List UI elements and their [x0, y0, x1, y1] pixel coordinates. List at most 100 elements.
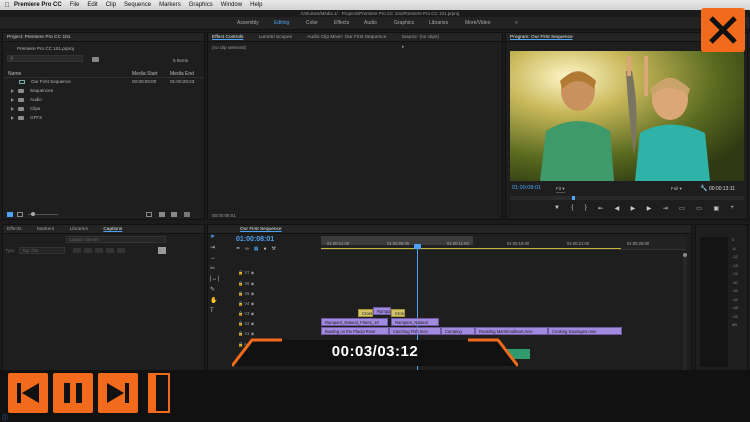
disclosure-icon[interactable] [11, 106, 14, 111]
lock-icon[interactable]: 🔒 [238, 331, 243, 336]
timeline-clip[interactable]: Camping [441, 327, 475, 335]
track-header-v6[interactable]: 🔒 V6 ◉ [238, 281, 254, 287]
project-row-folder[interactable]: GFFX [11, 115, 42, 120]
workspace-editing[interactable]: Editing [274, 20, 289, 26]
track-header-v3[interactable]: 🔒 V3 ◉ [238, 311, 254, 317]
eye-icon[interactable]: ◉ [251, 270, 255, 275]
playhead-handle[interactable] [414, 244, 421, 249]
eye-icon[interactable]: ◉ [251, 301, 255, 306]
linked-selection-icon[interactable]: ∞ [245, 246, 249, 252]
new-bin-icon[interactable] [92, 57, 99, 62]
tab-sequence[interactable]: Our First Sequence [240, 227, 282, 232]
type-select[interactable]: Top: (No [19, 247, 65, 254]
menu-sequence[interactable]: Sequence [124, 2, 151, 8]
workspace-color[interactable]: Color [306, 20, 318, 26]
workspace-graphics[interactable]: Graphics [394, 20, 414, 26]
menu-edit[interactable]: Edit [87, 2, 97, 8]
add-marker-icon[interactable]: ▦ [254, 246, 259, 252]
project-row-sequence[interactable]: Our First Sequence 00:00:00:00 01:00:29:… [11, 79, 201, 84]
apple-icon[interactable]:  [0, 2, 14, 9]
timeline-scrollbar[interactable] [683, 253, 687, 373]
timeline-clip[interactable]: Cooking Sausages.mov [548, 327, 622, 335]
mark-in-icon[interactable]: { [571, 205, 573, 215]
scroll-handle[interactable] [683, 253, 687, 257]
slip-icon[interactable]: |↔| [210, 276, 220, 282]
timeline-clip[interactable]: Rampant_Natural_Flares_10 [321, 318, 388, 326]
find-icon[interactable] [146, 212, 152, 217]
track-header-v1[interactable]: 🔒 V1 ◉ [238, 331, 254, 337]
playhead-marker[interactable] [572, 196, 575, 200]
track-header-v4[interactable]: 🔒 V4 ◉ [238, 301, 254, 307]
track-select-icon[interactable]: ⇥ [210, 244, 220, 251]
format-button[interactable] [84, 248, 92, 253]
eye-icon[interactable]: ◉ [251, 281, 255, 286]
wrench-icon[interactable]: ⚒ [272, 246, 276, 252]
format-button[interactable] [73, 248, 81, 253]
timeline-clip[interactable]: Roasting Marshmallows.mov [475, 327, 548, 335]
track-header-v7[interactable]: 🔒 V7 ◉ [238, 270, 254, 276]
new-item-icon[interactable] [171, 212, 177, 217]
menu-clip[interactable]: Clip [106, 2, 116, 8]
tab-markers[interactable]: Markers [37, 227, 54, 232]
extract-icon[interactable]: ▭ [696, 205, 702, 215]
lock-icon[interactable]: 🔒 [238, 321, 243, 326]
project-row-folder[interactable]: Sequences [11, 88, 53, 93]
menu-markers[interactable]: Markers [159, 2, 181, 8]
menu-app[interactable]: Premiere Pro CC [14, 2, 62, 8]
program-title[interactable]: Program: Our First Sequence [510, 35, 573, 40]
eye-icon[interactable]: ◉ [251, 311, 255, 316]
lock-icon[interactable]: 🔒 [238, 270, 243, 275]
add-button-icon[interactable]: + [730, 205, 734, 215]
razor-icon[interactable]: ✂ [210, 265, 220, 272]
close-button[interactable] [701, 8, 745, 52]
timeline-clip[interactable]: Cross [358, 309, 373, 317]
timeline-clip[interactable]: Rampant_Natural [391, 318, 439, 326]
new-bin-icon[interactable] [159, 212, 165, 217]
snap-icon[interactable]: ≐ [236, 246, 240, 252]
icon-view-icon[interactable] [17, 212, 23, 217]
format-button[interactable] [106, 248, 114, 253]
tab-libraries[interactable]: Libraries [70, 227, 88, 232]
timeline-clip[interactable]: Rampa [373, 307, 391, 315]
wrench-icon[interactable]: 🔧 [700, 185, 707, 192]
eye-icon[interactable]: ◉ [251, 321, 255, 326]
program-scrub-bar[interactable] [510, 196, 744, 200]
column-media-end[interactable]: Media End [170, 71, 194, 77]
zoom-slider-handle[interactable] [31, 212, 35, 216]
quality-select[interactable]: Full ▾ [671, 186, 682, 192]
marker-icon[interactable]: ● [264, 246, 267, 252]
previous-button[interactable] [8, 373, 48, 413]
workspace-effects[interactable]: Effects [334, 20, 349, 26]
project-row-folder[interactable]: Clips [11, 106, 40, 111]
lock-icon[interactable]: 🔒 [238, 281, 243, 286]
play-icon[interactable]: ▸ [402, 44, 405, 50]
ripple-edit-icon[interactable]: ↔ [210, 255, 220, 261]
hand-icon[interactable]: ✋ [210, 297, 220, 304]
disclosure-icon[interactable] [11, 115, 14, 120]
tab-source[interactable]: Source: (no clips) [402, 35, 439, 40]
tab-captions[interactable]: Captions [103, 227, 122, 232]
info-icon[interactable]: ⓘ [2, 413, 8, 422]
project-search-input[interactable]: ⚲ [7, 55, 83, 62]
marker-icon[interactable]: ▼ [554, 205, 560, 215]
disclosure-icon[interactable] [11, 97, 14, 102]
timeline-clip[interactable]: Catching Fish.mov [389, 327, 441, 335]
track-header-v5[interactable]: 🔒 V5 ◉ [238, 291, 254, 297]
program-timecode[interactable]: 01:00:08:01 [512, 185, 541, 191]
mark-out-icon[interactable]: } [585, 205, 587, 215]
play-icon[interactable]: ▶ [631, 205, 636, 215]
timeline-clip[interactable]: Cross [391, 309, 405, 317]
time-ruler[interactable]: 01:00:01:00 01:00:06:00 01:00:11:00 01:0… [321, 236, 686, 250]
next-button[interactable] [98, 373, 138, 413]
column-name[interactable]: Name [8, 71, 21, 77]
lock-icon[interactable]: 🔒 [238, 311, 243, 316]
tab-effects[interactable]: Effects [7, 227, 22, 232]
pen-icon[interactable]: ✎ [210, 286, 220, 293]
overflow-icon[interactable]: » [515, 20, 518, 26]
workspace-audio[interactable]: Audio [364, 20, 377, 26]
format-button[interactable] [117, 248, 125, 253]
go-to-out-icon[interactable]: ⇥ [663, 205, 668, 215]
tab-effect-controls[interactable]: Effect Controls [212, 35, 243, 40]
lock-icon[interactable]: 🔒 [238, 291, 243, 296]
menu-graphics[interactable]: Graphics [189, 2, 213, 8]
